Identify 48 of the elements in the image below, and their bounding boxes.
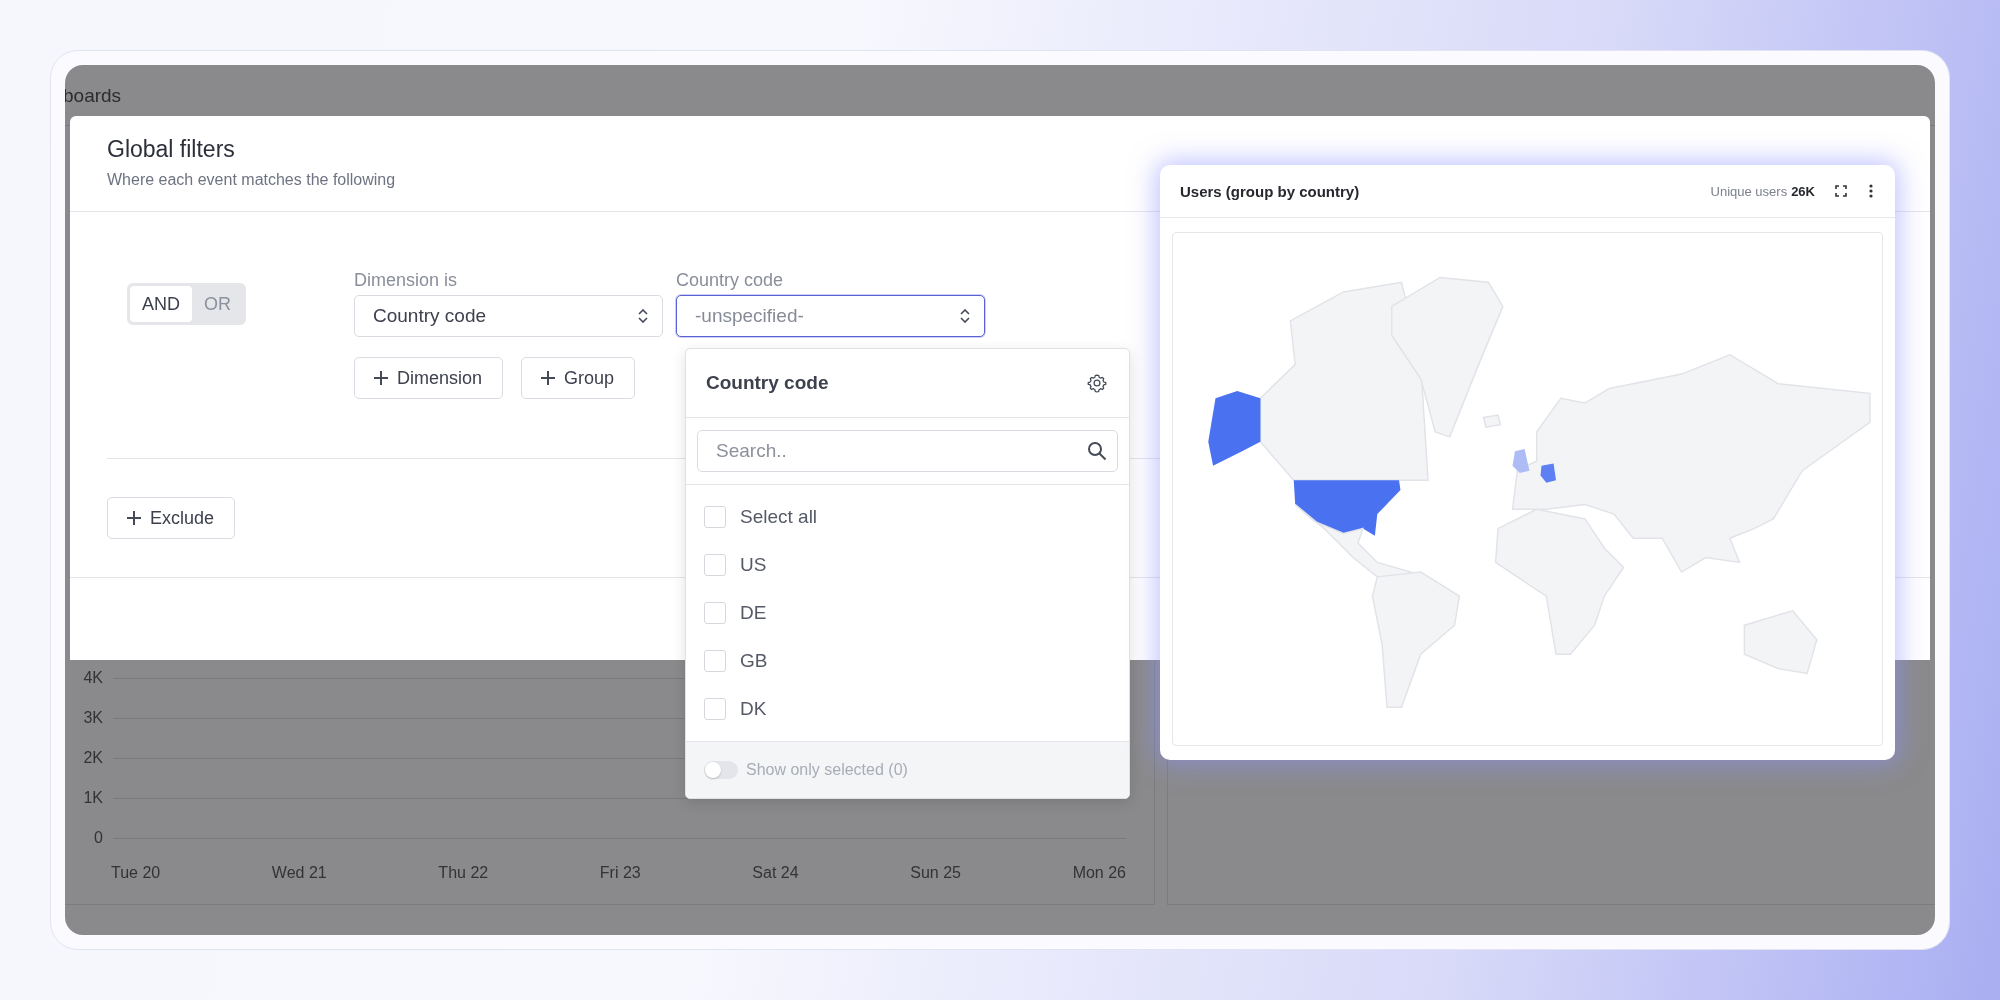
axis-label: Tue 20 xyxy=(111,864,161,882)
metric-value: 26K xyxy=(1791,183,1815,199)
checkbox[interactable] xyxy=(704,602,726,624)
axis-label: 2K xyxy=(82,749,104,767)
axis-label: Fri 23 xyxy=(599,864,641,882)
dashboard-title: boards xyxy=(65,84,123,108)
search-icon xyxy=(1087,441,1107,461)
axis-label: Thu 22 xyxy=(438,864,489,882)
logic-option[interactable]: AND xyxy=(130,286,192,322)
add-button[interactable]: Group xyxy=(521,357,636,399)
chevron-up-down-icon xyxy=(638,309,648,323)
exclude-button[interactable]: Exclude xyxy=(107,497,236,539)
checkbox[interactable] xyxy=(704,506,726,528)
plus-icon xyxy=(126,510,142,526)
field-label: Dimension is xyxy=(354,270,459,291)
option-label[interactable]: US xyxy=(740,554,767,576)
search-field[interactable]: Search.. xyxy=(697,430,1118,472)
plus-icon xyxy=(540,370,557,386)
field-label: Country code xyxy=(676,270,785,291)
axis-label: 1K xyxy=(82,789,104,807)
dropdown-title: Country code xyxy=(706,372,829,394)
card-title: Users (group by country) xyxy=(1180,182,1361,200)
settings-icon[interactable] xyxy=(1087,373,1107,393)
plus-icon xyxy=(373,370,389,386)
axis-label: Sun 25 xyxy=(910,864,961,882)
kebab-menu-icon[interactable] xyxy=(1869,184,1873,198)
add-button[interactable]: Dimension xyxy=(354,357,504,399)
toggle-switch[interactable] xyxy=(704,761,738,779)
axis-label: Wed 21 xyxy=(271,864,327,882)
axis-label: Sat 24 xyxy=(752,864,799,882)
toggle-label: Show only selected (0) xyxy=(746,761,908,779)
checkbox[interactable] xyxy=(704,650,726,672)
axis-label: 4K xyxy=(82,669,104,687)
option-label[interactable]: DK xyxy=(740,698,767,720)
modal-subtitle: Where each event matches the following xyxy=(107,171,397,189)
dimension-select[interactable]: Country code xyxy=(354,295,663,337)
option-label[interactable]: Select all xyxy=(740,506,818,528)
checkbox[interactable] xyxy=(704,554,726,576)
option-label[interactable]: GB xyxy=(740,650,768,672)
option-label[interactable]: DE xyxy=(740,602,767,624)
checkbox[interactable] xyxy=(704,698,726,720)
axis-label: 0 xyxy=(93,829,104,847)
metric-label: Unique users xyxy=(1710,183,1788,199)
modal-title: Global filters xyxy=(107,136,236,163)
axis-label: Mon 26 xyxy=(1072,864,1126,882)
chevron-up-down-icon xyxy=(960,309,970,323)
axis-label: 3K xyxy=(82,709,104,727)
expand-icon[interactable] xyxy=(1835,185,1847,197)
